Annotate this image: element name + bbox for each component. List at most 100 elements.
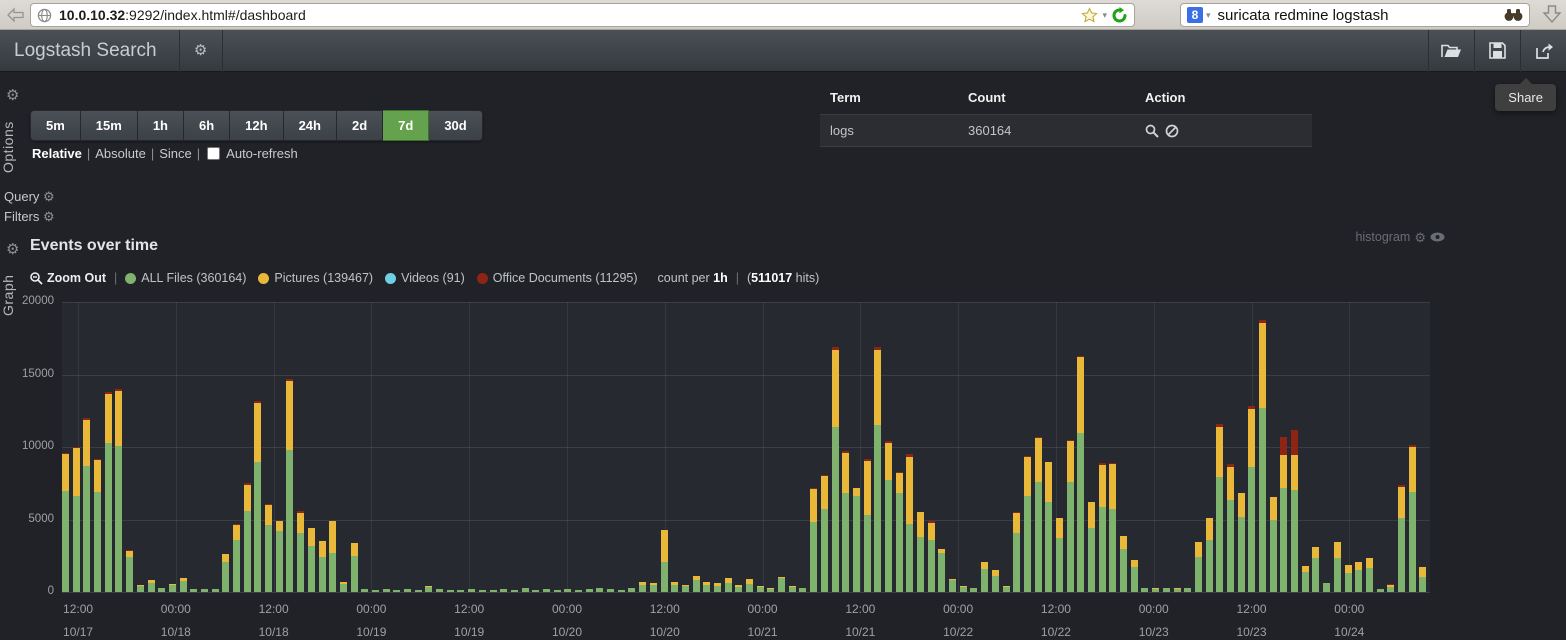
browser-back-button[interactable] [3,4,29,26]
histogram-bar[interactable] [319,302,330,592]
search-term-icon[interactable] [1145,124,1159,138]
histogram-bar[interactable] [554,302,565,592]
histogram-bar[interactable] [564,302,575,592]
filters-section-toggle[interactable]: Filters ⚙ [4,209,55,224]
histogram-bar[interactable] [265,302,276,592]
time-range-button-5m[interactable]: 5m [30,110,81,141]
search-query-text[interactable]: suricata redmine logstash [1218,7,1504,24]
histogram-bar[interactable] [1419,302,1430,592]
histogram-bar[interactable] [1152,302,1163,592]
histogram-bar[interactable] [746,302,757,592]
histogram-bar[interactable] [361,302,372,592]
histogram-bar[interactable] [650,302,661,592]
histogram-bar[interactable] [1184,302,1195,592]
histogram-bar[interactable] [757,302,768,592]
histogram-bar[interactable] [62,302,73,592]
histogram-bar[interactable] [682,302,693,592]
histogram-bar[interactable] [1163,302,1174,592]
histogram-bar[interactable] [596,302,607,592]
histogram-bar[interactable] [1387,302,1398,592]
histogram-bar[interactable] [212,302,223,592]
reload-icon[interactable] [1111,7,1128,24]
histogram-bar[interactable] [94,302,105,592]
histogram-bar[interactable] [885,302,896,592]
exclude-term-icon[interactable] [1165,124,1179,138]
histogram-bar[interactable] [575,302,586,592]
dashboard-configure-button[interactable]: ⚙ [179,30,223,72]
histogram-bar[interactable] [1323,302,1334,592]
histogram-bar[interactable] [1099,302,1110,592]
histogram-bar[interactable] [767,302,778,592]
share-dashboard-button[interactable] [1520,30,1566,72]
histogram-bar[interactable] [404,302,415,592]
bookmark-star-icon[interactable] [1081,7,1098,23]
histogram-bar[interactable] [1013,302,1024,592]
histogram-bar[interactable] [1045,302,1056,592]
options-rail-label[interactable]: Options [0,103,20,173]
histogram-bar[interactable] [1035,302,1046,592]
histogram-bar[interactable] [222,302,233,592]
time-range-button-12h[interactable]: 12h [230,110,283,141]
search-engine-icon[interactable]: 8 [1187,7,1203,23]
legend-item-videos[interactable]: Videos (91) [385,271,465,285]
histogram-bar[interactable] [821,302,832,592]
histogram-bar[interactable] [425,302,436,592]
histogram-bar[interactable] [1195,302,1206,592]
histogram-bar[interactable] [479,302,490,592]
histogram-bar[interactable] [607,302,618,592]
histogram-bar[interactable] [233,302,244,592]
histogram-bar[interactable] [457,302,468,592]
histogram-bar[interactable] [340,302,351,592]
url-bar[interactable]: 10.0.10.32:9292/index.html#/dashboard ▾ [30,3,1135,27]
histogram-bar[interactable] [842,302,853,592]
histogram-bar[interactable] [244,302,255,592]
histogram-bar[interactable] [735,302,746,592]
histogram-bar[interactable] [393,302,404,592]
histogram-bar[interactable] [415,302,426,592]
histogram-bar[interactable] [543,302,554,592]
histogram-bar[interactable] [532,302,543,592]
histogram-bar[interactable] [1398,302,1409,592]
histogram-bar[interactable] [960,302,971,592]
histogram-bar[interactable] [286,302,297,592]
histogram-bar[interactable] [938,302,949,592]
histogram-bar[interactable] [1067,302,1078,592]
histogram-bar[interactable] [1216,302,1227,592]
histogram-bar[interactable] [714,302,725,592]
panel-eye-icon[interactable] [1430,232,1445,242]
histogram-bar[interactable] [1270,302,1281,592]
query-gear-icon[interactable]: ⚙ [43,189,55,204]
legend-item-pictures[interactable]: Pictures (139467) [258,271,373,285]
histogram-bar[interactable] [1280,302,1291,592]
histogram-bar[interactable] [586,302,597,592]
filters-gear-icon[interactable]: ⚙ [43,209,55,224]
downloads-button[interactable] [1542,4,1562,25]
time-mode-link-relative[interactable]: Relative [32,146,82,161]
legend-item-office-documents[interactable]: Office Documents (11295) [477,271,638,285]
options-row-gear-icon[interactable]: ⚙ [6,86,19,104]
histogram-bar[interactable] [703,302,714,592]
histogram-bar[interactable] [1003,302,1014,592]
histogram-bar[interactable] [158,302,169,592]
time-range-button-30d[interactable]: 30d [429,110,482,141]
histogram-bar[interactable] [297,302,308,592]
histogram-bar[interactable] [906,302,917,592]
histogram-bar[interactable] [1024,302,1035,592]
histogram-bar[interactable] [1291,302,1302,592]
histogram-bar[interactable] [693,302,704,592]
histogram-bar[interactable] [725,302,736,592]
histogram-bar[interactable] [671,302,682,592]
auto-refresh-checkbox[interactable] [207,147,220,160]
histogram-bar[interactable] [1302,302,1313,592]
histogram-bar[interactable] [1238,302,1249,592]
browser-search-box[interactable]: 8 ▾ suricata redmine logstash [1180,3,1530,27]
histogram-bar[interactable] [126,302,137,592]
histogram-bar[interactable] [928,302,939,592]
histogram-bar[interactable] [468,302,479,592]
histogram-bar[interactable] [180,302,191,592]
histogram-bar[interactable] [1334,302,1345,592]
histogram-bar[interactable] [618,302,629,592]
histogram-bar[interactable] [853,302,864,592]
histogram-bar[interactable] [1088,302,1099,592]
histogram-bar[interactable] [917,302,928,592]
